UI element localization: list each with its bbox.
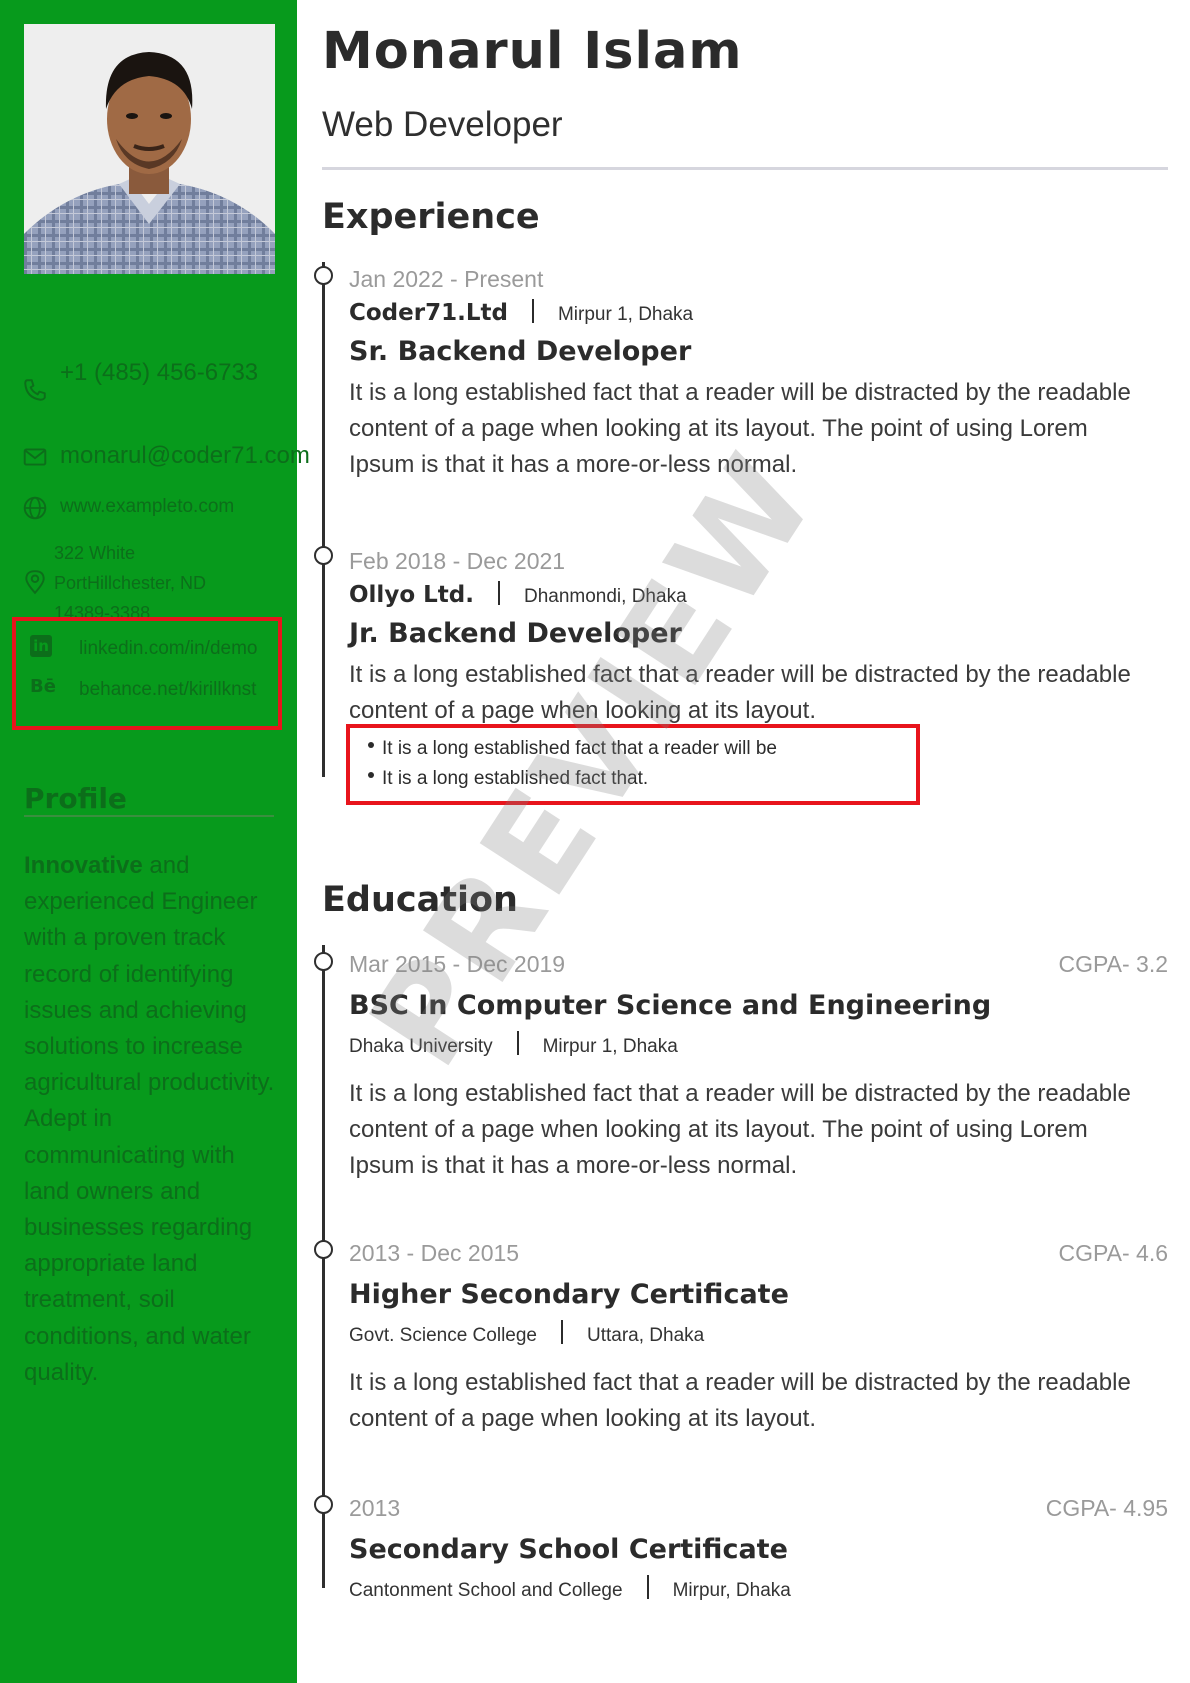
profile-summary: Innovative and experienced Engineer with… [24, 848, 279, 1391]
experience-org: Ollyo Ltd. Dhanmondi, Dhaka [349, 581, 1168, 608]
experience-heading: Experience [322, 197, 540, 237]
education-description: It is a long established fact that a rea… [349, 1369, 1131, 1432]
behance-url: behance.net/kirillknst [79, 679, 257, 700]
timeline-dot [314, 1240, 333, 1259]
phone-number: +1 (485) 456-6733 [60, 359, 259, 386]
education-org: Cantonment School and College Mirpur, Dha… [349, 1575, 1168, 1602]
institution-location: Uttara, Dhaka [587, 1325, 705, 1346]
profile-body: and experienced Engineer with a proven t… [24, 852, 275, 1386]
company-name: Coder71.Ltd [349, 300, 508, 326]
bullet-item: It is a long established fact that. [366, 764, 916, 794]
experience-date: Feb 2018 - Dec 2021 [349, 548, 566, 574]
job-description: It is a long established fact that a rea… [349, 661, 1131, 724]
candidate-role: Web Developer [322, 105, 563, 144]
education-cgpa: CGPA- 3.2 [1058, 951, 1169, 977]
org-separator [497, 581, 500, 605]
experience-timeline [314, 262, 333, 777]
org-separator [561, 1320, 563, 1344]
institution-name: Govt. Science College [349, 1325, 537, 1346]
org-separator [531, 299, 534, 323]
institution-name: Dhaka University [349, 1036, 493, 1057]
institution-location: Mirpur, Dhaka [672, 1580, 791, 1601]
institution-name: Cantonment School and College [349, 1580, 623, 1601]
bullets-highlight: It is a long established fact that a rea… [346, 724, 920, 805]
job-description: It is a long established fact that a rea… [349, 379, 1131, 478]
degree-title: Secondary School Certificate [349, 1534, 788, 1565]
globe-icon [22, 495, 48, 521]
education-heading: Education [322, 880, 518, 920]
timeline-dot [314, 952, 333, 971]
header-divider [322, 167, 1168, 170]
location-pin-icon [22, 569, 48, 595]
experience-date: Jan 2022 - Present [349, 266, 544, 292]
education-item: 2013 CGPA- 4.95 Secondary School Certifi… [349, 1495, 1168, 1602]
degree-title: Higher Secondary Certificate [349, 1279, 789, 1310]
org-separator [516, 1031, 519, 1055]
degree-title: BSC In Computer Science and Engineering [349, 990, 992, 1021]
timeline-dot [314, 546, 333, 565]
profile-photo-illustration [24, 24, 275, 274]
timeline-dot [314, 266, 333, 285]
job-title: Sr. Backend Developer [349, 336, 692, 367]
education-cgpa: CGPA- 4.95 [1045, 1495, 1168, 1521]
profile-lead: Innovative [24, 852, 143, 879]
education-timeline [314, 945, 333, 1588]
job-title: Jr. Backend Developer [349, 618, 682, 649]
institution-location: Mirpur 1, Dhaka [542, 1036, 678, 1057]
experience-org: Coder71.Ltd Mirpur 1, Dhaka [349, 299, 1168, 326]
education-cgpa: CGPA- 4.6 [1058, 1240, 1169, 1266]
org-separator [646, 1575, 649, 1599]
education-date: Mar 2015 - Dec 2019 [349, 951, 566, 977]
sidebar: +1 (485) 456-6733 monarul@coder71.com ww… [0, 0, 310, 1683]
company-location: Mirpur 1, Dhaka [557, 304, 694, 325]
company-location: Dhanmondi, Dhaka [523, 586, 687, 607]
bullet-item: It is a long established fact that a rea… [366, 734, 916, 764]
company-name: Ollyo Ltd. [349, 582, 474, 608]
education-date: 2013 - Dec 2015 [349, 1240, 520, 1266]
education-org: Dhaka University Mirpur 1, Dhaka [349, 1031, 1168, 1058]
phone-icon [22, 377, 48, 403]
profile-divider [24, 815, 274, 817]
job-bullets: It is a long established fact that a rea… [350, 728, 916, 794]
linkedin-url: linkedin.com/in/demo [79, 638, 258, 659]
address-text: 322 White PortHillchester, ND 14389-3388 [54, 543, 207, 622]
education-item: Mar 2015 - Dec 2019 CGPA- 3.2 BSC In Com… [349, 951, 1168, 1184]
website-url: www.exampleto.com [60, 496, 235, 517]
candidate-name: Monarul Islam [322, 22, 743, 81]
social-links-highlight: in linkedin.com/in/demo Bē behance.net/k… [12, 617, 282, 730]
timeline-dot [314, 1495, 333, 1514]
education-org: Govt. Science College Uttara, Dhaka [349, 1320, 1168, 1347]
profile-heading: Profile [24, 782, 127, 815]
education-item: 2013 - Dec 2015 CGPA- 4.6 Higher Seconda… [349, 1240, 1168, 1437]
experience-item: Feb 2018 - Dec 2021 Ollyo Ltd. Dhanmondi,… [346, 548, 1168, 805]
education-description: It is a long established fact that a rea… [349, 1080, 1131, 1179]
behance-icon: Bē [30, 676, 56, 697]
linkedin-icon: in [30, 635, 52, 657]
email-address: monarul@coder71.com [60, 442, 310, 469]
experience-item: Jan 2022 - Present Coder71.Ltd Mirpur 1, … [349, 266, 1168, 483]
mail-icon [22, 444, 48, 470]
profile-photo [24, 24, 275, 274]
